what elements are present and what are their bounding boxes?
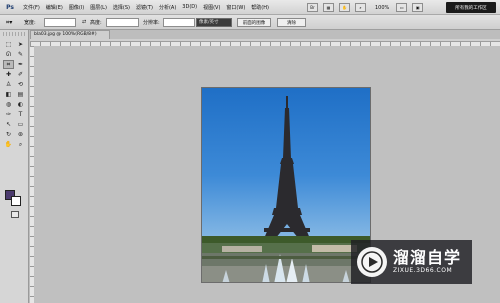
quick-select-icon[interactable]: ✎ (15, 50, 26, 59)
watermark-text: 溜溜自学 ZIXUE.3D66.COM (393, 249, 461, 275)
pen-icon[interactable]: ✑ (3, 110, 14, 119)
menu-layer[interactable]: 图层(L) (90, 4, 107, 11)
background-color-swatch[interactable] (11, 196, 21, 206)
brush-icon[interactable]: ✐ (15, 70, 26, 79)
crop-icon[interactable]: ⌗▾ (6, 19, 12, 27)
arrange-documents-button[interactable]: ▭ (396, 3, 408, 12)
tools-panel: ⬚ ➤ ᘏ ✎ ⌗ ✒ ✚ ✐ ♙ ⟲ ◧ ▤ ◍ ◐ ✑ T ↖ ▭ ↻ ⊛ … (0, 30, 29, 303)
play-logo-icon (357, 247, 387, 277)
screen-mode-button[interactable]: ▣ (412, 3, 424, 12)
document-image[interactable] (201, 87, 371, 283)
eraser-icon[interactable]: ◧ (3, 90, 14, 99)
resolution-label: 分辨率: (143, 20, 160, 26)
resolution-unit-select[interactable]: 像素/英寸 (196, 18, 232, 27)
zoom-tool-button[interactable]: ⌕ (355, 3, 366, 12)
hand-tool-button[interactable]: ✋ (339, 3, 350, 12)
watermark-overlay: 溜溜自学 ZIXUE.3D66.COM (351, 240, 472, 284)
3d-orbit-icon[interactable]: ⊛ (15, 130, 26, 139)
panel-grip[interactable] (3, 32, 25, 36)
zoom-icon[interactable]: ⌕ (15, 140, 26, 149)
view-extras-button[interactable]: ▦ (323, 3, 334, 12)
crop-icon[interactable]: ⌗ (3, 60, 14, 69)
stamp-icon[interactable]: ♙ (3, 80, 14, 89)
healing-icon[interactable]: ✚ (3, 70, 14, 79)
hand-icon[interactable]: ✋ (3, 140, 14, 149)
options-bar: ⌗▾ 宽度: ⇄ 高度: 分辨率: 像素/英寸 前面的图像 清除 (0, 15, 500, 30)
type-icon[interactable]: T (15, 110, 26, 119)
bridge-icon: Br (310, 5, 315, 10)
application-bar-tools: Br ▦ ✋ ⌕ 100% ▭ ▣ (307, 3, 424, 12)
workspace-switcher-button[interactable]: 所有我的工作区 (446, 2, 496, 13)
zoom-icon: ⌕ (359, 5, 362, 10)
swap-dimensions-icon[interactable]: ⇄ (82, 19, 86, 25)
gradient-icon[interactable]: ▤ (15, 90, 26, 99)
resolution-field[interactable] (163, 18, 195, 27)
menu-3d[interactable]: 3D(D) (182, 4, 197, 10)
menu-file[interactable]: 文件(F) (23, 4, 40, 11)
menu-analysis[interactable]: 分析(A) (159, 4, 176, 11)
eyedropper-icon[interactable]: ✒ (15, 60, 26, 69)
front-image-button[interactable]: 前面的图像 (237, 18, 271, 27)
menu-bar: Ps 文件(F) 编辑(E) 图像(I) 图层(L) 选择(S) 滤镜(T) 分… (0, 0, 500, 15)
3d-rotate-icon[interactable]: ↻ (3, 130, 14, 139)
menu-window[interactable]: 窗口(W) (226, 4, 245, 11)
menu-edit[interactable]: 编辑(E) (46, 4, 63, 11)
width-label: 宽度: (24, 20, 36, 26)
height-field[interactable] (106, 18, 139, 27)
blur-icon[interactable]: ◍ (3, 100, 14, 109)
eiffel-tower-photo (202, 96, 370, 282)
document-tab[interactable]: bla03.jpg @ 100%(RGB/8#) (30, 30, 110, 39)
menu-help[interactable]: 帮助(H) (251, 4, 269, 11)
menu-image[interactable]: 图像(I) (69, 4, 84, 11)
width-field[interactable] (44, 18, 76, 27)
screen-mode-icon: ▣ (415, 5, 420, 10)
height-label: 高度: (90, 20, 102, 26)
menu-select[interactable]: 选择(S) (113, 4, 130, 11)
menu-filter[interactable]: 滤镜(T) (136, 4, 153, 11)
menu-view[interactable]: 视图(V) (203, 4, 220, 11)
path-select-icon[interactable]: ↖ (3, 120, 14, 129)
shape-icon[interactable]: ▭ (15, 120, 26, 129)
arrange-icon: ▭ (399, 5, 404, 10)
marquee-icon[interactable]: ⬚ (3, 40, 14, 49)
tool-grid: ⬚ ➤ ᘏ ✎ ⌗ ✒ ✚ ✐ ♙ ⟲ ◧ ▤ ◍ ◐ ✑ T ↖ ▭ ↻ ⊛ … (3, 40, 26, 149)
watermark-url: ZIXUE.3D66.COM (393, 267, 453, 274)
launch-bridge-button[interactable]: Br (307, 3, 318, 12)
grid-icon: ▦ (326, 5, 331, 10)
quick-mask-button[interactable] (11, 211, 19, 218)
photoshop-logo: Ps (6, 3, 14, 11)
clear-button[interactable]: 清除 (277, 18, 306, 27)
move-icon[interactable]: ➤ (15, 40, 26, 49)
lasso-icon[interactable]: ᘏ (3, 50, 14, 59)
dodge-icon[interactable]: ◐ (15, 100, 26, 109)
zoom-level[interactable]: 100% (375, 5, 389, 11)
watermark-title: 溜溜自学 (393, 248, 462, 267)
hand-icon: ✋ (342, 5, 347, 10)
resolution-unit-value: 像素/英寸 (199, 20, 219, 25)
history-brush-icon[interactable]: ⟲ (15, 80, 26, 89)
